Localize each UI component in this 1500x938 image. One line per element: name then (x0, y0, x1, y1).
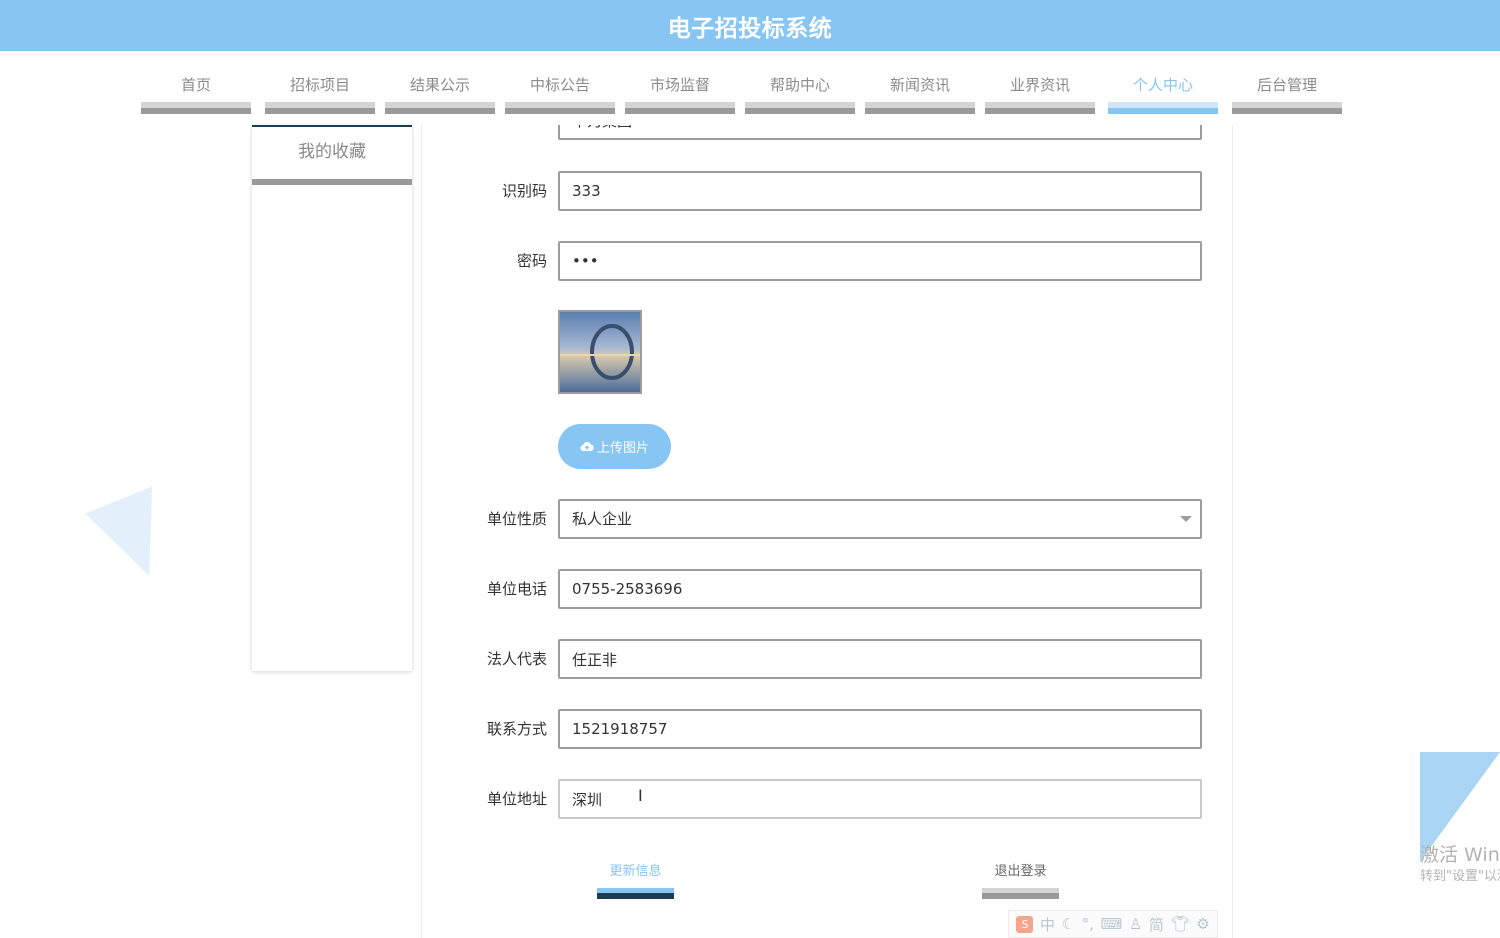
nav-item-tender-projects[interactable]: 招标项目 (265, 51, 375, 114)
nav-item-admin[interactable]: 后台管理 (1232, 51, 1342, 114)
nav-item-underline (625, 102, 735, 114)
nav-item-news[interactable]: 新闻资讯 (865, 51, 975, 114)
landscape-image-icon (560, 312, 640, 392)
id-code-input[interactable] (558, 171, 1202, 211)
sidebar-item-underline (252, 179, 412, 185)
form-row-password: 密码 ••• (422, 241, 1232, 281)
form-row-unit-type: 单位性质 私人企业 (422, 499, 1232, 539)
keyboard-icon[interactable]: ⌨ (1101, 915, 1123, 933)
cloud-upload-icon (580, 441, 594, 452)
nav-item-market-supervision[interactable]: 市场监督 (625, 51, 735, 114)
punctuation-icon[interactable]: °, (1082, 915, 1094, 933)
legal-rep-input[interactable] (558, 639, 1202, 679)
title-bar: 电子招投标系统 (0, 0, 1500, 51)
nav-item-label: 业界资讯 (1009, 76, 1070, 94)
nav-item-personal-center[interactable]: 个人中心 (1108, 51, 1218, 114)
sidebar: 我的收藏 (252, 125, 412, 671)
user-icon[interactable]: ♙ (1129, 915, 1142, 933)
address-input[interactable] (558, 779, 1202, 819)
nav-item-underline (505, 102, 615, 114)
watermark-line-1: 激活 Windows (1420, 844, 1500, 866)
form-row-address: 单位地址 (422, 779, 1232, 819)
nav-item-home[interactable]: 首页 (141, 51, 251, 114)
unit-type-selected-value: 私人企业 (572, 510, 633, 528)
upload-image-button[interactable]: 上传图片 (558, 424, 671, 469)
logout-underline (982, 888, 1059, 899)
contact-label: 联系方式 (486, 720, 547, 738)
address-label: 单位地址 (486, 790, 547, 808)
form-row-contact: 联系方式 (422, 709, 1232, 749)
sidebar-item-favorites[interactable]: 我的收藏 (252, 127, 412, 185)
nav-item-underline (985, 102, 1095, 114)
background-triangle-left (85, 486, 183, 590)
nav-item-label: 中标公告 (529, 76, 590, 94)
nav-item-result-publicity[interactable]: 结果公示 (385, 51, 495, 114)
sidebar-item-label: 我的收藏 (298, 142, 366, 162)
text-cursor-icon: I (638, 786, 643, 805)
nav-item-underline (745, 102, 855, 114)
form-row-unit-name (422, 125, 1232, 140)
unit-name-input[interactable] (558, 125, 1202, 140)
logout-label: 退出登录 (994, 864, 1047, 879)
nav-item-label: 招标项目 (289, 76, 350, 94)
nav-item-label: 个人中心 (1132, 76, 1193, 94)
profile-image-thumbnail (558, 310, 642, 394)
main-nav: 首页 招标项目 结果公示 中标公告 市场监督 帮助中心 新闻资讯 业界资讯 个人… (0, 51, 1500, 117)
legal-rep-label: 法人代表 (486, 650, 547, 668)
contact-input[interactable] (558, 709, 1202, 749)
update-info-underline (597, 888, 674, 899)
unit-type-select[interactable]: 私人企业 (558, 499, 1202, 539)
nav-item-help-center[interactable]: 帮助中心 (745, 51, 855, 114)
nav-item-industry-news[interactable]: 业界资讯 (985, 51, 1095, 114)
password-input[interactable]: ••• (558, 241, 1202, 281)
nav-item-winning-announcement[interactable]: 中标公告 (505, 51, 615, 114)
gear-icon[interactable]: ⚙ (1196, 915, 1209, 933)
nav-item-label: 帮助中心 (769, 76, 830, 94)
nav-item-label: 首页 (180, 76, 211, 94)
form-row-id-code: 识别码 (422, 171, 1232, 211)
update-info-button[interactable]: 更新信息 (597, 845, 674, 899)
unit-phone-input[interactable] (558, 569, 1202, 609)
ime-simplified-mode[interactable]: 简 (1149, 914, 1164, 935)
update-info-label: 更新信息 (609, 864, 662, 879)
upload-image-label: 上传图片 (596, 441, 649, 456)
chevron-down-icon (1180, 516, 1192, 522)
nav-item-underline (385, 102, 495, 114)
password-label: 密码 (516, 252, 547, 270)
unit-phone-label: 单位电话 (486, 580, 547, 598)
logout-button[interactable]: 退出登录 (982, 845, 1059, 899)
profile-form-panel: 识别码 密码 ••• 上传图片 单位性质 (421, 125, 1233, 938)
ime-toolbar: S 中 ☾ °, ⌨ ♙ 简 👕︎ ⚙ (1008, 910, 1218, 938)
nav-item-underline (1108, 102, 1218, 114)
nav-item-label: 新闻资讯 (889, 76, 950, 94)
ime-chinese-mode[interactable]: 中 (1040, 914, 1055, 935)
nav-item-label: 结果公示 (409, 76, 470, 94)
shirt-icon[interactable]: 👕︎ (1171, 915, 1190, 933)
windows-activation-watermark: 激活 Windows 转到"设置"以激活 Windows。 (1420, 843, 1500, 887)
form-row-unit-phone: 单位电话 (422, 569, 1232, 609)
watermark-line-2: 转到"设置"以激活 Windows。 (1420, 869, 1500, 884)
form-row-legal-rep: 法人代表 (422, 639, 1232, 679)
nav-item-underline (265, 102, 375, 114)
app-title: 电子招投标系统 (667, 15, 833, 42)
nav-item-label: 市场监督 (649, 76, 710, 94)
nav-item-underline (1232, 102, 1342, 114)
moon-icon[interactable]: ☾ (1062, 915, 1075, 933)
unit-type-label: 单位性质 (486, 510, 547, 528)
nav-item-label: 后台管理 (1256, 76, 1317, 94)
nav-item-underline (141, 102, 251, 114)
nav-item-underline (865, 102, 975, 114)
id-code-label: 识别码 (501, 182, 547, 200)
ime-logo-icon[interactable]: S (1016, 915, 1034, 933)
